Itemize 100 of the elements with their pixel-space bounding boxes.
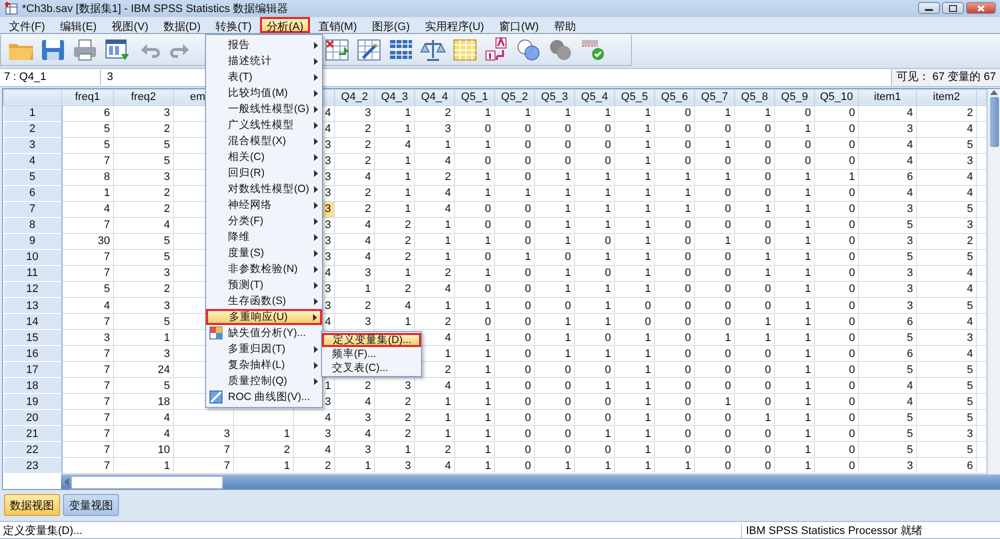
- row-number[interactable]: 12: [4, 281, 62, 298]
- row-number[interactable]: 13: [4, 298, 62, 314]
- table-cell: 0: [734, 137, 774, 154]
- table-cell: 1: [774, 394, 814, 410]
- row-number[interactable]: 9: [4, 233, 62, 250]
- table-cell: 6: [858, 169, 916, 186]
- table-cell: 0: [654, 314, 694, 330]
- row-number[interactable]: 14: [4, 314, 62, 330]
- table-cell: 4: [414, 201, 454, 218]
- table-cell: 0: [694, 314, 734, 330]
- row-number[interactable]: 3: [4, 137, 62, 154]
- menu-item[interactable]: 图形(G): [364, 16, 417, 33]
- table-cell: 2: [414, 314, 454, 330]
- scrollbar-thumb[interactable]: [71, 476, 223, 489]
- submenu-arrow-icon: [314, 346, 318, 352]
- table-cell: 2: [414, 169, 454, 186]
- table-cell: 5: [114, 314, 174, 330]
- table-cell: 1: [454, 265, 494, 282]
- chart-line-icon: [209, 390, 223, 404]
- cell-value-field[interactable]: 3: [104, 70, 203, 85]
- table-cell: 1: [574, 281, 614, 298]
- submenu-arrow-icon: [314, 298, 318, 304]
- minimize-button[interactable]: [918, 2, 940, 14]
- row-number[interactable]: 1: [4, 105, 62, 122]
- table-cell: 5: [916, 201, 976, 218]
- submenu-arrow-icon: [314, 122, 318, 128]
- table-cell: 2: [374, 410, 414, 426]
- table-cell: 5: [62, 137, 114, 154]
- submenu-arrow-icon: [314, 250, 318, 256]
- row-number[interactable]: 10: [4, 249, 62, 266]
- view-tab[interactable]: 数据视图: [4, 494, 60, 516]
- row-number[interactable]: 2: [4, 121, 62, 138]
- submenu-arrow-icon: [314, 42, 318, 48]
- menu-item[interactable]: 复杂抽样(L): [206, 357, 322, 373]
- table-cell: 1: [614, 201, 654, 218]
- close-button[interactable]: [966, 2, 996, 14]
- menu-item[interactable]: 文件(F): [2, 16, 52, 33]
- row-number[interactable]: 4: [4, 153, 62, 170]
- menu-item[interactable]: 帮助: [546, 16, 583, 33]
- table-cell: 1: [414, 410, 454, 426]
- table-cell: 1: [614, 233, 654, 250]
- table-cell: 1: [614, 362, 654, 378]
- row-number[interactable]: 17: [4, 362, 62, 378]
- menu-item[interactable]: 实用程序(U): [418, 16, 492, 33]
- row-number[interactable]: 11: [4, 265, 62, 282]
- table-cell: 6: [858, 314, 916, 330]
- table-cell: 1: [614, 330, 654, 346]
- table-cell: 1: [614, 442, 654, 458]
- table-cell: 3: [858, 298, 916, 314]
- row-number[interactable]: 7: [4, 201, 62, 218]
- submenu-arrow-icon: [314, 106, 318, 112]
- table-cell: 1: [534, 265, 574, 282]
- menu-item[interactable]: 分析(A): [260, 16, 310, 33]
- row-number[interactable]: 16: [4, 346, 62, 362]
- table-cell: 4: [62, 298, 114, 314]
- scrollbar-thumb[interactable]: [990, 96, 998, 147]
- row-number[interactable]: 20: [4, 410, 62, 426]
- submenu-arrow-icon: [314, 90, 318, 96]
- table-cell: 5: [62, 121, 114, 138]
- menu-item[interactable]: 转换(T): [208, 16, 259, 33]
- row-number[interactable]: 22: [4, 442, 62, 458]
- maximize-button[interactable]: [942, 2, 964, 14]
- table-cell: 0: [534, 121, 574, 138]
- menu-item[interactable]: 多重响应(U): [206, 309, 322, 325]
- menu-item[interactable]: 表(T): [206, 69, 322, 85]
- horizontal-scrollbar[interactable]: [61, 474, 1000, 490]
- row-number[interactable]: 21: [4, 426, 62, 442]
- table-cell: 6: [62, 105, 114, 122]
- menu-item[interactable]: 报告: [206, 37, 322, 53]
- row-number[interactable]: 8: [4, 217, 62, 234]
- row-number[interactable]: 19: [4, 394, 62, 410]
- table-cell: 0: [454, 153, 494, 170]
- column-header[interactable]: em: [190, 91, 206, 104]
- row-number[interactable]: 5: [4, 169, 62, 186]
- menu-item[interactable]: 直销(M): [311, 16, 364, 33]
- view-tab[interactable]: 变量视图: [63, 494, 119, 516]
- menu-item[interactable]: 比较均值(M): [206, 85, 322, 101]
- menu-item[interactable]: 数据(D): [156, 16, 208, 33]
- menu-item[interactable]: 视图(V): [104, 16, 156, 33]
- table-cell: 1: [774, 362, 814, 378]
- table-cell: 2: [114, 281, 174, 298]
- row-number[interactable]: 15: [4, 330, 62, 346]
- row-number[interactable]: 18: [4, 378, 62, 394]
- table-cell: 0: [814, 137, 858, 154]
- row-number[interactable]: 6: [4, 185, 62, 202]
- menu-item[interactable]: 描述统计: [206, 53, 322, 69]
- menu-item[interactable]: 定义变量集(D)...: [322, 333, 421, 347]
- menu-item[interactable]: 编辑(E): [53, 16, 104, 33]
- menu-item[interactable]: 窗口(W): [492, 16, 546, 33]
- table-cell: 8: [62, 169, 114, 186]
- table-cell: 1: [814, 169, 858, 186]
- table-cell: 0: [814, 217, 858, 234]
- table-cell: 1: [774, 233, 814, 250]
- vertical-scrollbar[interactable]: [987, 88, 1000, 474]
- table-cell: 0: [694, 426, 734, 442]
- row-number[interactable]: 23: [4, 458, 62, 474]
- menu-item[interactable]: 多重归因(T): [206, 341, 322, 357]
- table-cell: 4: [414, 153, 454, 170]
- table-cell: 2: [374, 233, 414, 250]
- table-cell: 1: [454, 137, 494, 154]
